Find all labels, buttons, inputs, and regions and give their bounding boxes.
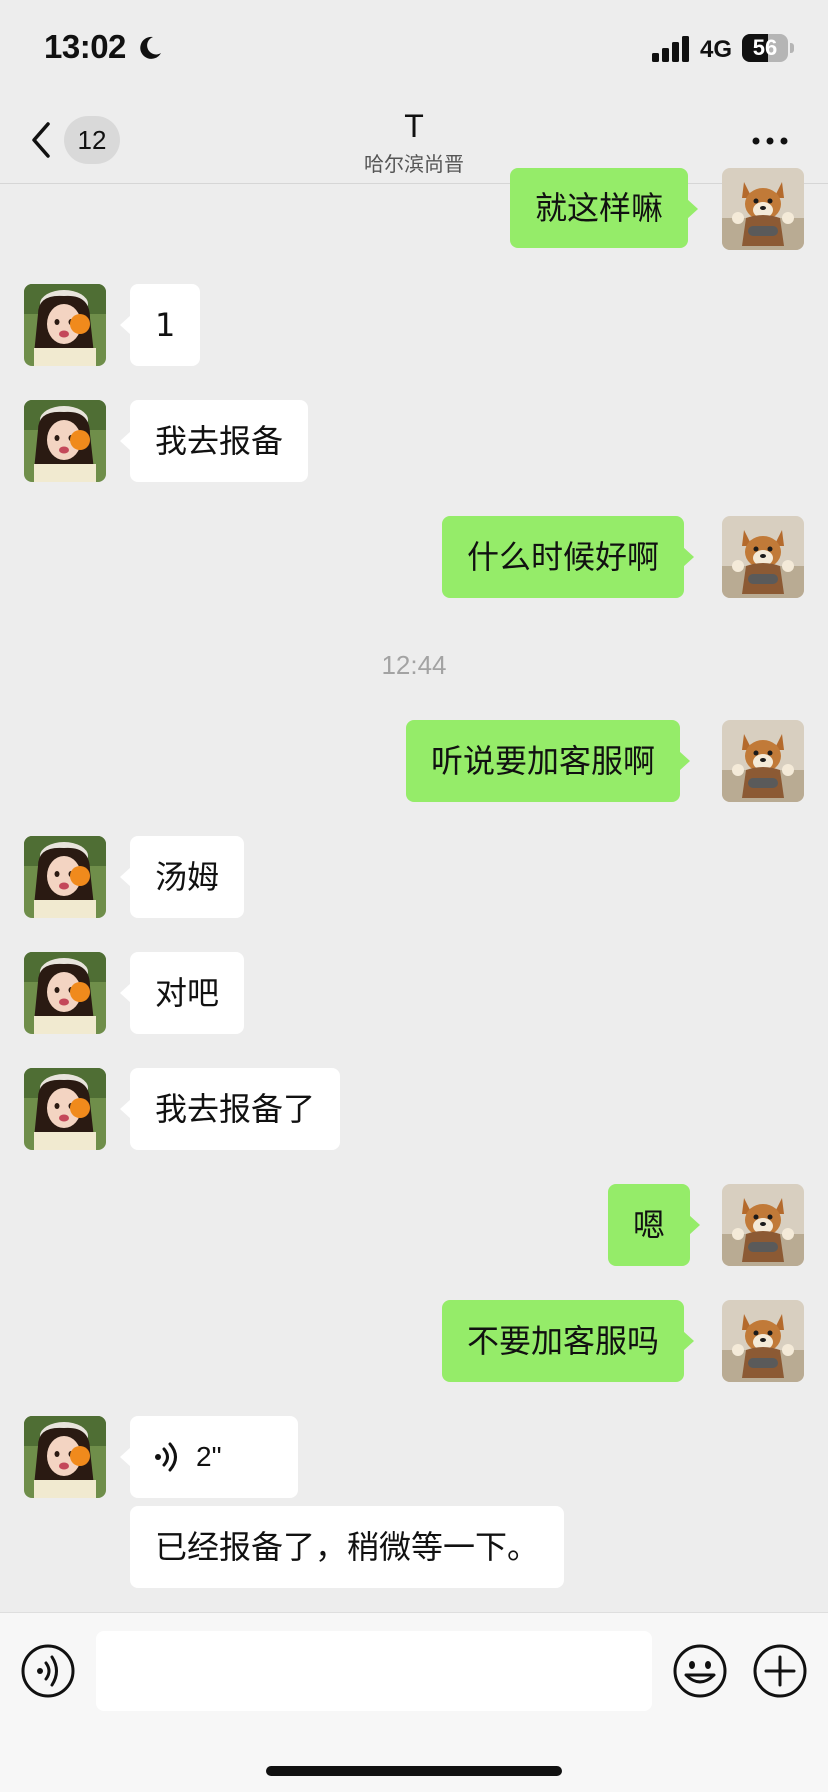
battery-level: 56 <box>752 35 778 60</box>
voice-message-bubble[interactable]: 2" <box>120 1416 298 1498</box>
do-not-disturb-moon-icon <box>140 36 161 59</box>
message-input[interactable] <box>96 1631 652 1711</box>
battery-indicator: 56 <box>742 34 788 62</box>
chat-title: T <box>404 108 424 144</box>
chat-header: 12 T 哈尔滨尚晋 <box>0 100 828 184</box>
battery-nub <box>790 43 794 53</box>
contact-avatar[interactable] <box>24 836 106 918</box>
message-bubble-outgoing[interactable]: 不要加客服吗 <box>442 1300 695 1382</box>
status-bar: 13:02 4G 56 <box>0 0 828 100</box>
network-type: 4G <box>700 36 733 63</box>
contact-avatar[interactable] <box>24 1068 106 1150</box>
my-avatar[interactable] <box>722 1184 804 1266</box>
voice-duration: 2" <box>196 1441 222 1472</box>
message-bubble-incoming[interactable]: 汤姆 <box>119 836 245 918</box>
message-bubble-outgoing[interactable]: 就这样嘛 <box>510 168 699 248</box>
chat-subtitle: 哈尔滨尚晋 <box>364 152 464 176</box>
message-bubble-incoming[interactable]: 我去报备 <box>119 400 309 482</box>
contact-avatar[interactable] <box>24 1416 106 1498</box>
my-avatar[interactable] <box>722 516 804 598</box>
message-bubble-incoming[interactable]: 1 <box>119 284 201 366</box>
message-timestamp: 12:44 <box>381 650 447 680</box>
message-bubble-incoming[interactable]: 对吧 <box>119 952 245 1034</box>
message-bubble-incoming[interactable]: 已经报备了，稍微等一下。 <box>130 1506 565 1588</box>
status-time: 13:02 <box>44 28 126 65</box>
message-bubble-incoming[interactable]: 我去报备了 <box>119 1068 341 1150</box>
message-bubble-outgoing[interactable]: 嗯 <box>608 1184 701 1266</box>
contact-avatar[interactable] <box>24 400 106 482</box>
plus-icon[interactable] <box>752 1643 808 1699</box>
message-bubble-outgoing[interactable]: 听说要加客服啊 <box>406 720 691 802</box>
message-bubble-outgoing[interactable]: 什么时候好啊 <box>442 516 695 598</box>
my-avatar[interactable] <box>722 720 804 802</box>
voice-wave-icon <box>155 1442 177 1472</box>
home-indicator <box>266 1766 562 1776</box>
my-avatar[interactable] <box>722 1300 804 1382</box>
contact-avatar[interactable] <box>24 284 106 366</box>
my-avatar[interactable] <box>722 168 804 250</box>
emoji-icon[interactable] <box>672 1643 728 1699</box>
chat-input-bar <box>0 1612 828 1792</box>
contact-avatar[interactable] <box>24 952 106 1034</box>
cellular-signal-icon <box>652 36 689 62</box>
more-options-icon[interactable] <box>750 126 790 156</box>
voice-input-icon[interactable] <box>20 1643 76 1699</box>
